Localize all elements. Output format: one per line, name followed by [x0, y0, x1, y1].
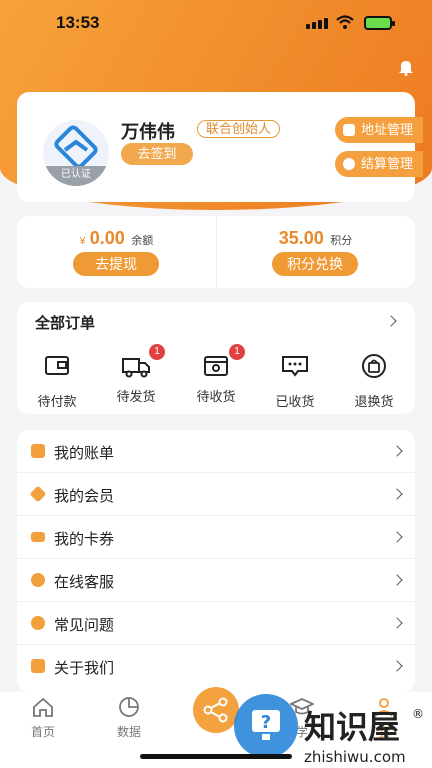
status-bar: 13:53 — [0, 0, 432, 46]
wifi-icon — [336, 15, 354, 29]
avatar[interactable]: 已认证 — [43, 120, 109, 186]
bag-icon — [362, 354, 386, 378]
verified-badge: 已认证 — [43, 166, 109, 186]
profile-card: 已认证 万伟伟 联合创始人 去签到 地址管理 结算管理 — [17, 92, 423, 202]
bell-icon[interactable] — [398, 58, 414, 76]
order-label: 已收货 — [275, 394, 315, 409]
chevron-right-icon[interactable] — [385, 315, 397, 327]
chevron-right-icon — [391, 660, 403, 672]
watermark-text: 知识屋 — [304, 708, 400, 746]
balance-section: ¥ 0.00 余额 去提现 — [17, 216, 216, 288]
menu-label: 我的账单 — [54, 445, 115, 462]
coin-icon — [343, 158, 355, 170]
chevron-right-icon — [391, 574, 403, 586]
settlement-label: 结算管理 — [361, 156, 414, 171]
menu-item-membership[interactable]: 我的会员 — [17, 473, 415, 516]
chat-icon — [282, 356, 308, 377]
tab-label: 首页 — [30, 725, 55, 739]
menu-label: 我的会员 — [54, 488, 115, 505]
truck-icon — [122, 358, 150, 378]
menu-item-coupons[interactable]: 我的卡券 — [17, 516, 415, 559]
tab-data[interactable]: 数据 — [99, 696, 159, 740]
ticket-icon — [31, 532, 45, 542]
svg-text:?: ? — [261, 712, 271, 733]
points-value: 35.00 — [278, 228, 324, 248]
points-section: 35.00 积分 积分兑换 — [216, 216, 415, 288]
withdraw-button[interactable]: 去提现 — [73, 252, 159, 276]
count-badge: 1 — [229, 344, 245, 360]
orders-title[interactable]: 全部订单 — [35, 312, 95, 333]
home-indicator[interactable] — [140, 754, 292, 759]
battery-icon — [364, 16, 395, 30]
address-button[interactable]: 地址管理 — [335, 117, 423, 143]
balance-unit: 余额 — [131, 235, 154, 247]
wallet-card: ¥ 0.00 余额 去提现 35.00 积分 积分兑换 — [17, 216, 415, 288]
menu-list: 我的账单 我的会员 我的卡券 在线客服 常见问题 关于我们 — [17, 430, 415, 692]
tab-home[interactable]: 首页 — [13, 696, 73, 740]
home-icon — [33, 697, 53, 717]
address-label: 地址管理 — [361, 122, 414, 137]
balance-value: 0.00 — [89, 228, 125, 248]
chevron-right-icon — [391, 445, 403, 457]
watermark-url: zhishiwu.com — [304, 748, 406, 766]
order-label: 退换货 — [354, 394, 394, 409]
count-badge: 1 — [149, 344, 165, 360]
question-icon — [31, 616, 45, 630]
order-label: 待付款 — [37, 394, 77, 409]
menu-item-faq[interactable]: 常见问题 — [17, 602, 415, 645]
menu-item-support[interactable]: 在线客服 — [17, 559, 415, 602]
bill-icon — [31, 444, 45, 458]
svg-text:®: ® — [412, 707, 424, 721]
order-label: 待收货 — [196, 389, 236, 404]
box-icon — [204, 356, 228, 376]
edit-icon — [31, 659, 45, 673]
menu-label: 关于我们 — [54, 660, 115, 677]
settlement-button[interactable]: 结算管理 — [335, 151, 423, 177]
menu-label: 在线客服 — [54, 574, 115, 591]
chevron-right-icon — [391, 488, 403, 500]
menu-item-bills[interactable]: 我的账单 — [17, 430, 415, 473]
menu-label: 常见问题 — [54, 617, 115, 634]
location-icon — [343, 124, 355, 136]
pie-icon — [119, 697, 139, 717]
order-pending-shipment[interactable]: 1 待发货 — [96, 344, 176, 405]
redeem-button[interactable]: 积分兑换 — [272, 252, 358, 276]
menu-item-about[interactable]: 关于我们 — [17, 645, 415, 688]
signal-icon — [306, 18, 328, 29]
orders-card: 全部订单 待付款 1 待发货 1 待收货 已收货 退换货 — [17, 302, 415, 414]
menu-label: 我的卡券 — [54, 531, 115, 548]
order-pending-payment[interactable]: 待付款 — [17, 352, 97, 410]
chevron-right-icon — [391, 531, 403, 543]
currency-symbol: ¥ — [79, 236, 86, 247]
order-returns[interactable]: 退换货 — [334, 352, 414, 410]
points-unit: 积分 — [330, 235, 353, 247]
order-received[interactable]: 已收货 — [255, 352, 335, 410]
signin-button[interactable]: 去签到 — [121, 143, 193, 165]
user-name: 万伟伟 — [121, 122, 175, 142]
tab-label: 数据 — [116, 725, 141, 739]
chevron-right-icon — [391, 617, 403, 629]
wallet-icon — [45, 356, 69, 375]
diamond-icon — [29, 485, 47, 503]
status-time: 13:53 — [56, 13, 100, 32]
role-tag: 联合创始人 — [197, 120, 281, 138]
order-label: 待发货 — [116, 389, 156, 404]
order-pending-receipt[interactable]: 1 待收货 — [176, 344, 256, 405]
support-icon — [31, 573, 45, 587]
